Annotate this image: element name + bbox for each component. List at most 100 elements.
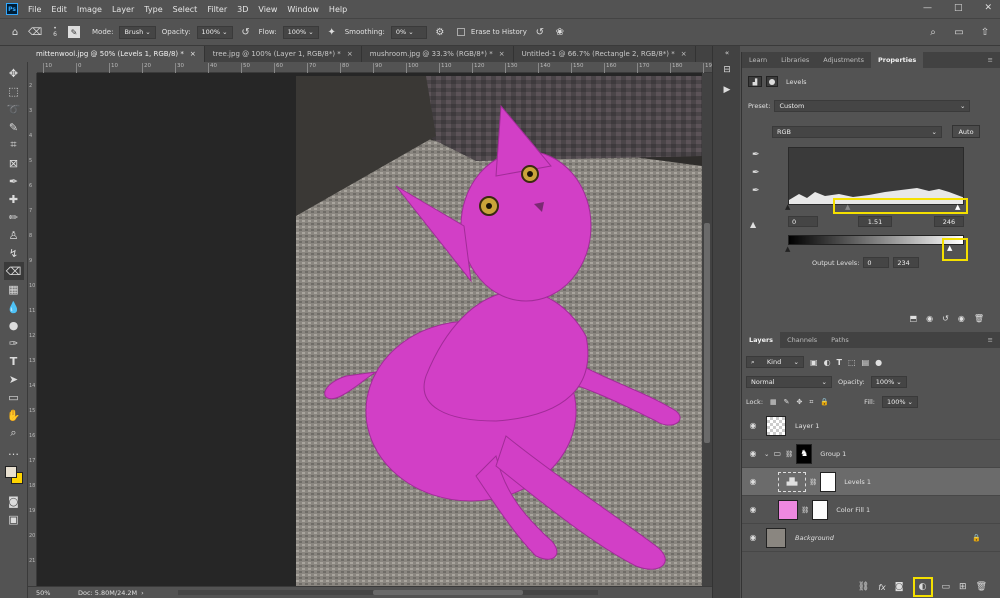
mask-icon[interactable] (766, 76, 778, 87)
type-tool-icon[interactable]: T (4, 352, 24, 370)
quick-mask-icon[interactable]: ◙ (4, 492, 24, 510)
new-layer-icon[interactable]: ⊞ (959, 582, 967, 592)
gear-icon[interactable]: ⚙ (433, 25, 447, 39)
dodge-tool-icon[interactable]: ● (4, 316, 24, 334)
brush-settings-icon[interactable]: ✎ (68, 26, 80, 38)
lock-all-icon[interactable]: 🔒 (820, 398, 829, 406)
marquee-tool-icon[interactable]: ⬚ (4, 82, 24, 100)
layer-name[interactable]: Levels 1 (844, 478, 871, 486)
lasso-tool-icon[interactable]: ➰ (4, 100, 24, 118)
menu-help[interactable]: Help (329, 5, 347, 14)
menu-3d[interactable]: 3D (237, 5, 248, 14)
erase-to-history-checkbox[interactable] (456, 28, 465, 36)
quick-select-tool-icon[interactable]: ✎ (4, 118, 24, 136)
opacity-input[interactable]: 100% ⌄ (196, 25, 233, 39)
layer-name[interactable]: Color Fill 1 (836, 506, 870, 514)
brush-tool-icon[interactable]: ✏ (4, 208, 24, 226)
visibility-eye-icon[interactable]: ◉ (742, 477, 764, 486)
edit-toolbar-icon[interactable]: … (4, 442, 24, 460)
visibility-eye-icon[interactable]: ◉ (742, 449, 764, 458)
crop-tool-icon[interactable]: ⌗ (4, 136, 24, 154)
hand-tool-icon[interactable]: ✋ (4, 406, 24, 424)
history-panel-icon[interactable]: ⊟ (713, 60, 741, 80)
output-black-slider[interactable]: ▲ (785, 245, 790, 253)
doc-size[interactable]: Doc: 5.80M/24.2M (68, 589, 137, 597)
tab-layers[interactable]: Layers (742, 332, 781, 348)
smoothing-input[interactable]: 0% ⌄ (390, 25, 427, 39)
eyedropper-black-icon[interactable]: ✒ (752, 150, 760, 160)
chevron-down-icon[interactable]: ⌄ (764, 450, 769, 458)
filter-pixel-icon[interactable]: ▣ (810, 358, 818, 367)
tab-libraries[interactable]: Libraries (774, 52, 816, 68)
auto-button[interactable]: Auto (952, 125, 980, 138)
layer-mask-thumbnail[interactable] (812, 499, 829, 520)
eyedropper-gray-icon[interactable]: ✒ (752, 168, 760, 178)
tab-untitled[interactable]: Untitled-1 @ 66.7% (Rectangle 2, RGB/8*)… (514, 46, 696, 62)
input-black-value[interactable]: 0 (788, 216, 818, 227)
reset-icon[interactable]: ↺ (942, 314, 949, 323)
blend-mode-select[interactable]: Normal ⌄ (746, 376, 832, 388)
layer-row-background[interactable]: ◉ Background 🔒 (742, 524, 1000, 552)
zoom-tool-icon[interactable]: ⌕ (4, 424, 24, 442)
horizontal-scrollbar[interactable] (178, 590, 598, 595)
panel-menu-icon[interactable]: ≡ (981, 52, 1000, 68)
tab-mittenwool[interactable]: mittenwool.jpg @ 50% (Levels 1, RGB/8) *… (28, 46, 205, 62)
menu-image[interactable]: Image (77, 5, 102, 14)
filter-shape-icon[interactable]: ⬚ (848, 358, 856, 367)
restore-button[interactable]: □ (954, 3, 963, 13)
delete-layer-icon[interactable]: 🗑 (976, 582, 987, 592)
collapse-icon[interactable]: « (713, 46, 741, 60)
horizontal-scroll-thumb[interactable] (373, 590, 523, 595)
add-mask-icon[interactable]: ◙ (895, 582, 904, 592)
mode-select[interactable]: Brush ⌄ (119, 25, 156, 39)
brush-size-picker[interactable]: • 6 (48, 25, 62, 39)
blur-tool-icon[interactable]: 💧 (4, 298, 24, 316)
eraser-tool-icon[interactable]: ⌫ (3, 262, 24, 280)
input-white-slider[interactable]: ▲ (955, 203, 960, 211)
group-mask-thumbnail[interactable]: ♞ (796, 443, 813, 464)
actions-panel-icon[interactable]: ▶ (713, 80, 741, 100)
clip-to-layer-icon[interactable]: ⬒ (910, 314, 918, 323)
screen-mode-icon[interactable]: ▣ (4, 510, 24, 528)
minimize-button[interactable]: — (923, 3, 932, 13)
menu-file[interactable]: File (28, 5, 41, 14)
menu-select[interactable]: Select (173, 5, 198, 14)
lock-position-icon[interactable]: ✥ (797, 398, 803, 406)
eraser-tool-preset-icon[interactable]: ⌫ (28, 25, 42, 39)
workspace-icon[interactable]: ▭ (952, 25, 966, 39)
pressure-opacity-icon[interactable]: ↺ (239, 25, 253, 39)
view-previous-icon[interactable]: ◉ (926, 314, 933, 323)
menu-layer[interactable]: Layer (112, 5, 134, 14)
output-black-value[interactable]: 0 (863, 257, 890, 268)
menu-type[interactable]: Type (144, 5, 162, 14)
menu-edit[interactable]: Edit (51, 5, 67, 14)
airbrush-icon[interactable]: ✦ (325, 25, 339, 39)
fx-icon[interactable]: fx (878, 583, 886, 592)
close-tab-icon[interactable]: × (190, 50, 196, 58)
panel-menu-icon[interactable]: ≡ (981, 332, 1000, 348)
close-tab-icon[interactable]: × (681, 50, 687, 58)
canvas-area[interactable] (37, 73, 702, 586)
layer-row-group-1[interactable]: ◉ ⌄ ▭ ⛓ ♞ Group 1 (742, 440, 1000, 468)
search-icon[interactable]: ⌕ (926, 25, 940, 39)
menu-view[interactable]: View (258, 5, 277, 14)
share-icon[interactable]: ⇧ (978, 25, 992, 39)
layer-row-levels-1[interactable]: ◉ ▟▙ ⛓ Levels 1 (742, 468, 1000, 496)
eyedropper-white-icon[interactable]: ✒ (752, 186, 760, 196)
pressure-size-icon[interactable]: ↺ (533, 25, 547, 39)
layer-row-layer-1[interactable]: ◉ Layer 1 (742, 412, 1000, 440)
menu-filter[interactable]: Filter (207, 5, 227, 14)
delete-icon[interactable]: 🗑 (974, 314, 984, 323)
healing-tool-icon[interactable]: ✚ (4, 190, 24, 208)
layer-mask-thumbnail[interactable] (820, 471, 837, 492)
visibility-eye-icon[interactable]: ◉ (742, 505, 764, 514)
visibility-eye-icon[interactable]: ◉ (742, 421, 764, 430)
layer-row-color-fill-1[interactable]: ◉ ⛓ Color Fill 1 (742, 496, 1000, 524)
move-tool-icon[interactable]: ✥ (4, 64, 24, 82)
clipping-warning-icon[interactable]: ▲ (750, 220, 756, 229)
filter-toggle-icon[interactable]: ● (875, 358, 882, 367)
document-image[interactable] (296, 76, 702, 586)
filter-smart-object-icon[interactable]: ▤ (862, 358, 870, 367)
layer-name[interactable]: Layer 1 (795, 422, 819, 430)
filter-type-icon[interactable]: T (837, 358, 842, 367)
